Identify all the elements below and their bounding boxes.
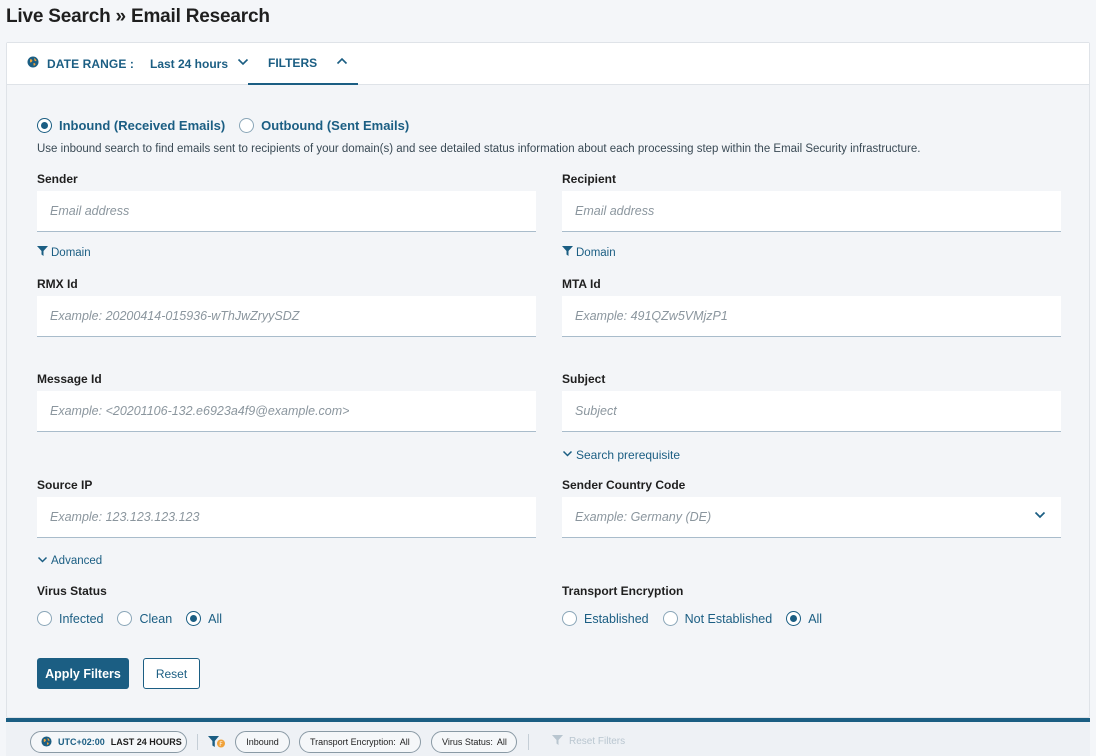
radio-inbound-label[interactable]: Inbound (Received Emails) [59,118,225,133]
search-prerequisite-link: Search prerequisite [576,448,681,462]
virus-status-label: Virus Status [37,584,107,598]
radio-virus-clean[interactable] [117,611,133,626]
radio-virus-infected-label[interactable]: Infected [59,612,103,626]
radio-virus-clean-label[interactable]: Clean [139,612,172,626]
mta-id-placeholder: Example: 491QZw5VMjzP1 [575,309,728,323]
page-title: Live Search » Email Research [6,6,270,27]
globe-icon [27,55,39,73]
apply-filters-button[interactable]: Apply Filters [37,658,129,689]
reset-filters-label: Reset Filters [569,736,626,747]
radio-tls-established-label[interactable]: Established [584,612,649,626]
virus-chip-label: Virus Status: [442,737,493,747]
advanced-toggle[interactable]: Advanced [37,554,102,568]
message-id-label: Message Id [37,372,102,386]
rmx-id-placeholder: Example: 20200414-015936-wThJwZryySDZ [50,309,300,323]
subject-input[interactable]: Subject [562,391,1061,432]
filter-icon [562,246,573,259]
transport-encryption-radio-group: Established Not Established All [562,611,836,626]
radio-virus-infected[interactable] [37,611,52,626]
virus-chip-value: All [496,737,507,747]
mta-id-label: MTA Id [562,277,601,291]
direction-description: Use inbound search to find emails sent t… [37,143,921,155]
advanced-link: Advanced [51,555,103,567]
sender-label: Sender [37,172,78,186]
radio-virus-all-label[interactable]: All [208,612,222,626]
recipient-input[interactable]: Email address [562,191,1061,232]
sender-country-label: Sender Country Code [562,478,686,492]
recipient-domain-filter[interactable]: Domain [562,246,616,259]
recipient-label: Recipient [562,172,617,186]
radio-tls-not-established-label[interactable]: Not Established [685,612,773,626]
source-ip-placeholder: Example: 123.123.123.123 [50,510,200,524]
date-range-selector[interactable]: DATE RANGE : Last 24 hours [27,55,250,73]
recipient-placeholder: Email address [575,204,655,218]
chevron-down-icon [562,448,573,462]
radio-tls-all[interactable] [786,611,802,626]
radio-outbound-label[interactable]: Outbound (Sent Emails) [261,118,409,133]
message-id-input[interactable]: Example: <20201106-132.e6923a4f9@example… [37,391,536,432]
radio-outbound[interactable] [239,118,255,133]
chevron-up-icon [335,54,349,73]
radio-inbound[interactable] [37,118,52,133]
tab-filters-label: FILTERS [268,56,318,70]
active-filters-bar: UTC+02:00 LAST 24 HOURS F Inbound Transp… [6,718,1090,756]
tab-filters[interactable]: FILTERS [248,43,358,85]
divider [197,734,198,750]
date-range-label: DATE RANGE : [47,57,134,71]
transport-encryption-chip[interactable]: Transport Encryption: All [299,731,421,753]
transport-chip-value: All [399,737,410,747]
virus-status-chip[interactable]: Virus Status: All [431,731,517,753]
sender-domain-filter[interactable]: Domain [37,246,91,259]
filter-panel: DATE RANGE : Last 24 hours FILTERS Inbou… [6,42,1090,718]
sender-placeholder: Email address [50,204,130,218]
filter-icon: F [208,735,226,754]
divider [528,734,529,750]
svg-text:F: F [219,741,223,748]
source-ip-label: Source IP [37,478,93,492]
sender-country-select[interactable]: Example: Germany (DE) [562,497,1061,538]
direction-radio-group: Inbound (Received Emails) Outbound (Sent… [37,118,423,133]
transport-chip-label: Transport Encryption: [310,737,396,747]
chevron-down-icon [1033,508,1047,527]
mta-id-input[interactable]: Example: 491QZw5VMjzP1 [562,296,1061,337]
filter-topbar: DATE RANGE : Last 24 hours FILTERS [7,43,1089,85]
sender-country-placeholder: Example: Germany (DE) [575,510,712,524]
timezone-text: UTC+02:00 [58,737,105,747]
reset-button[interactable]: Reset [143,658,200,689]
globe-icon [41,735,52,749]
subject-label: Subject [562,372,606,386]
filter-icon [37,246,48,259]
radio-tls-established[interactable] [562,611,577,626]
subject-placeholder: Subject [575,404,617,418]
radio-tls-not-established[interactable] [662,611,678,626]
rmx-id-label: RMX Id [37,277,78,291]
sender-domain-link: Domain [51,246,91,259]
source-ip-input[interactable]: Example: 123.123.123.123 [37,497,536,538]
radio-tls-all-label[interactable]: All [808,612,822,626]
recipient-domain-link: Domain [576,246,616,259]
virus-status-radio-group: Infected Clean All [37,611,236,626]
search-prerequisite-toggle[interactable]: Search prerequisite [562,448,680,462]
rmx-id-input[interactable]: Example: 20200414-015936-wThJwZryySDZ [37,296,536,337]
radio-virus-all[interactable] [186,611,202,626]
date-range-value: Last 24 hours [149,57,229,71]
sender-input[interactable]: Email address [37,191,536,232]
direction-chip-text: Inbound [246,737,279,747]
date-range-chip[interactable]: UTC+02:00 LAST 24 HOURS [30,731,187,753]
filter-icon [552,735,563,748]
range-text: LAST 24 HOURS [110,737,182,747]
message-id-placeholder: Example: <20201106-132.e6923a4f9@example… [50,404,350,418]
direction-chip[interactable]: Inbound [235,731,290,753]
transport-encryption-label: Transport Encryption [562,584,684,598]
chevron-down-icon [37,554,48,568]
reset-filters-button[interactable]: Reset Filters [552,735,625,748]
